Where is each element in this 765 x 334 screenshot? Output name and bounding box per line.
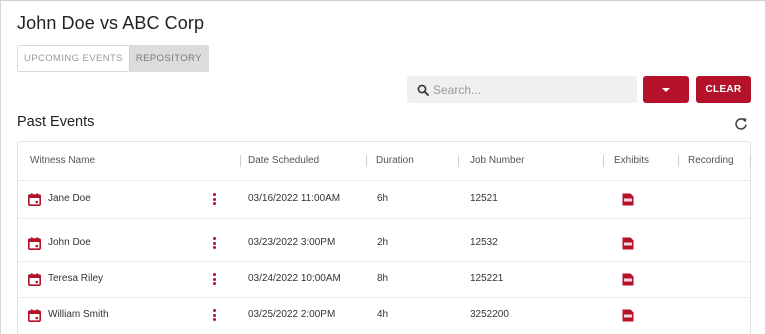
calendar-icon <box>28 193 41 206</box>
calendar-icon <box>28 273 41 286</box>
date-scheduled: 03/16/2022 11:00AM <box>248 193 341 204</box>
column-header-date-scheduled[interactable]: Date Scheduled <box>248 142 319 180</box>
column-header-exhibits[interactable]: Exhibits <box>614 142 649 180</box>
table-row[interactable]: Jane Doe 03/16/2022 11:00AM 6h 12521 <box>18 182 750 216</box>
refresh-icon[interactable] <box>734 117 748 131</box>
date-scheduled: 03/25/2022 2:00PM <box>248 309 336 320</box>
search-box[interactable] <box>407 76 637 103</box>
tab-repository[interactable]: REPOSITORY <box>128 46 208 71</box>
job-number: 125221 <box>470 273 504 284</box>
app-window: John Doe vs ABC Corp UPCOMING EVENTS REP… <box>0 0 765 334</box>
more-options-icon[interactable] <box>212 273 216 286</box>
more-options-icon[interactable] <box>212 309 216 322</box>
past-events-table: Witness Name Date Scheduled Duration Job… <box>17 141 751 334</box>
duration: 8h <box>377 273 389 284</box>
duration: 2h <box>377 237 389 248</box>
date-scheduled: 03/23/2022 3:00PM <box>248 237 336 248</box>
column-header-recording[interactable]: Recording <box>688 142 734 180</box>
row-divider <box>18 180 750 181</box>
table-row[interactable]: William Smith 03/25/2022 2:00PM 4h 32522… <box>18 298 750 332</box>
calendar-icon <box>28 237 41 250</box>
section-title: Past Events <box>17 114 95 130</box>
filter-dropdown-button[interactable] <box>643 76 689 103</box>
row-divider <box>18 218 750 219</box>
table-row[interactable]: John Doe 03/23/2022 3:00PM 2h 12532 <box>18 226 750 260</box>
pdf-icon[interactable] <box>622 273 634 286</box>
calendar-icon <box>28 309 41 322</box>
column-divider <box>366 155 367 167</box>
more-options-icon[interactable] <box>212 237 216 250</box>
pdf-icon[interactable] <box>622 237 634 250</box>
column-divider <box>603 155 604 167</box>
column-divider <box>240 155 241 167</box>
date-scheduled: 03/24/2022 10:00AM <box>248 273 341 284</box>
duration: 6h <box>377 193 389 204</box>
table-row[interactable]: Teresa Riley 03/24/2022 10:00AM 8h 12522… <box>18 262 750 296</box>
clear-button[interactable]: CLEAR <box>696 76 751 103</box>
job-number: 3252200 <box>470 309 509 320</box>
witness-name: John Doe <box>48 237 91 248</box>
column-divider <box>458 155 459 167</box>
column-header-witness-name[interactable]: Witness Name <box>30 142 95 180</box>
job-number: 12521 <box>470 193 498 204</box>
search-input[interactable] <box>433 82 613 97</box>
job-number: 12532 <box>470 237 498 248</box>
column-divider <box>750 155 751 167</box>
witness-name: William Smith <box>48 309 109 320</box>
column-divider <box>678 155 679 167</box>
view-tabs: UPCOMING EVENTS REPOSITORY <box>17 45 209 72</box>
witness-name: Teresa Riley <box>48 273 104 284</box>
column-header-duration[interactable]: Duration <box>376 142 414 180</box>
search-icon <box>417 84 429 96</box>
page-title: John Doe vs ABC Corp <box>17 13 205 33</box>
tab-upcoming-events[interactable]: UPCOMING EVENTS <box>18 46 129 71</box>
column-header-job-number[interactable]: Job Number <box>470 142 524 180</box>
caret-down-icon <box>662 87 670 92</box>
more-options-icon[interactable] <box>212 193 216 206</box>
pdf-icon[interactable] <box>622 193 634 206</box>
witness-name: Jane Doe <box>48 193 91 204</box>
pdf-icon[interactable] <box>622 309 634 322</box>
duration: 4h <box>377 309 389 320</box>
